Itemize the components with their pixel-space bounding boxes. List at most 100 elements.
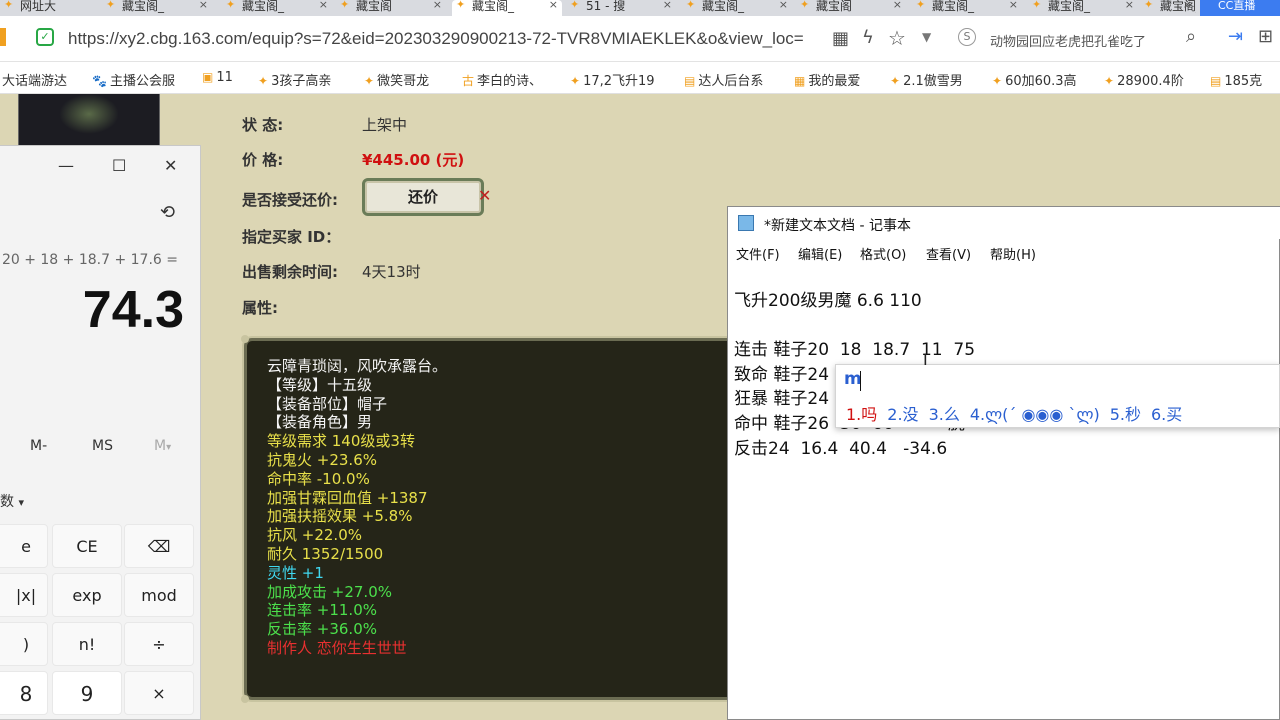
tab-close-icon[interactable]: × [1009, 0, 1018, 10]
abs-button[interactable]: |x| [0, 573, 48, 617]
memory-list-button[interactable]: M▾ [154, 438, 171, 454]
ime-candidate[interactable]: 3.么 [929, 405, 960, 424]
ime-candidate[interactable]: 2.没 [887, 405, 918, 424]
tab-close-icon[interactable]: × [779, 0, 788, 10]
divide-button[interactable]: ÷ [124, 622, 194, 666]
bargain-label: 是否接受还价: [242, 191, 338, 209]
ime-candidate[interactable]: 4.ლ(´ ◉◉◉ `ლ) [970, 405, 1100, 424]
tab-close-icon[interactable]: × [433, 0, 442, 10]
maximize-icon[interactable]: ☐ [112, 156, 126, 175]
bookmarks-bar: 大话端游达 🐾 主播公会服 ▣ 11 ✦ 3孩子高亲 ✦ 微笑哥龙古李白的诗、 ✦ 17,2飞升19… [0, 62, 1280, 94]
back-icon[interactable] [0, 28, 6, 46]
bookmark-star-icon[interactable]: ☆ [888, 26, 906, 50]
notepad-menu-item[interactable]: 查看(V) [926, 244, 971, 263]
browser-tab[interactable]: ✦藏宝阁_× [912, 0, 1022, 16]
tab-close-icon[interactable]: × [319, 0, 328, 10]
bookmark-item[interactable]: ✦ 微笑哥龙 [364, 70, 429, 89]
tab-extra[interactable]: CC直播 [1200, 0, 1280, 16]
security-shield-icon[interactable]: ✓ [36, 28, 54, 46]
notepad-line [734, 314, 975, 339]
memory-minus-button[interactable]: M- [30, 438, 47, 454]
browser-tab[interactable]: ✦ 藏宝阁 × [796, 0, 906, 16]
bookmark-label: 185克 [1224, 74, 1263, 89]
history-icon[interactable]: ⟲ [160, 202, 175, 223]
bookmark-label: 大话端游达 [2, 74, 68, 89]
browser-tab[interactable]: ✦ 藏宝阁 × [336, 0, 446, 16]
bookmark-icon: ▤ [1210, 74, 1222, 88]
bookmark-label: 60加60.3高 [1005, 74, 1077, 89]
tab-close-icon[interactable]: × [663, 0, 672, 10]
lightning-icon[interactable]: ϟ [862, 27, 874, 48]
search-suggestion[interactable]: 动物园回应老虎把孔雀吃了 [990, 31, 1146, 50]
browser-tab[interactable]: ✦藏宝阁_× [452, 0, 562, 16]
counter-offer-button[interactable]: 还价 [362, 178, 484, 216]
tab-close-icon[interactable]: × [549, 0, 558, 10]
tab-close-icon[interactable]: × [1183, 0, 1192, 10]
tab-close-icon[interactable]: × [893, 0, 902, 10]
tab-label: 藏宝阁_ [702, 0, 745, 13]
e-button[interactable]: e [0, 524, 48, 568]
bookmark-icon: 古 [462, 74, 475, 88]
bookmark-item[interactable]: ✦ 3孩子高亲 [258, 70, 331, 89]
ime-candidate[interactable]: 5.秒 [1110, 405, 1141, 424]
attribute-line: 命中率 -10.0% [267, 469, 370, 488]
minimize-icon[interactable]: — [58, 156, 74, 175]
close-icon[interactable]: ✕ [164, 156, 177, 175]
bookmark-item[interactable]: ✦ 28900.4阶 [1104, 70, 1184, 89]
calc-mode-selector[interactable]: 数 ▾ [0, 491, 24, 511]
browser-tab[interactable]: ✦ 网址大 [0, 0, 62, 16]
search-engine-icon[interactable]: S [958, 28, 976, 46]
bookmark-item[interactable]: 古李白的诗、 [462, 70, 542, 89]
url-input[interactable]: https://xy2.cbg.163.com/equip?s=72&eid=2… [68, 29, 804, 49]
notepad-titlebar: *新建文本文档 - 记事本 [728, 207, 1280, 239]
digit-9-button[interactable]: 9 [52, 671, 122, 715]
browser-tab[interactable]: ✦ 51 - 搜 × [566, 0, 676, 16]
tab-label: 藏宝阁_ [122, 0, 165, 13]
backspace-button[interactable]: ⌫ [124, 524, 194, 568]
bookmark-label: 主播公会服 [109, 74, 175, 89]
factorial-button[interactable]: n! [52, 622, 122, 666]
bookmark-label: 3孩子高亲 [271, 74, 332, 89]
tab-close-icon[interactable]: × [1125, 0, 1134, 10]
bookmark-item[interactable]: ✦ 60加60.3高 [992, 70, 1077, 89]
bookmark-item[interactable]: ✦ 17,2飞升19 [570, 70, 655, 89]
bookmark-item[interactable]: 大话端游达 [2, 70, 67, 89]
clear-entry-button[interactable]: CE [52, 524, 122, 568]
browser-tab[interactable]: ✦藏宝阁_× [1140, 0, 1196, 16]
paren-close-button[interactable]: ) [0, 622, 48, 666]
tab-close-icon[interactable]: × [199, 0, 208, 10]
ime-candidate[interactable]: 6.买 [1151, 405, 1182, 424]
attribute-line: 加强扶摇效果 +5.8% [267, 507, 413, 526]
bookmark-item[interactable]: 🐾 主播公会服 [92, 70, 175, 89]
browser-tab[interactable]: ✦藏宝阁_× [1028, 0, 1138, 16]
exp-button[interactable]: exp [52, 573, 122, 617]
bookmark-icon: ✦ [364, 74, 375, 88]
notepad-menu-item[interactable]: 编辑(E) [798, 244, 842, 263]
bookmark-item[interactable]: ✦ 2.1傲雪男 [890, 70, 963, 89]
bookmark-item[interactable]: ▤ 达人后台系 [684, 70, 763, 89]
login-icon[interactable]: ⇥ [1228, 26, 1243, 47]
browser-tab[interactable]: ✦藏宝阁_× [222, 0, 332, 16]
memory-store-button[interactable]: MS [92, 438, 113, 454]
digit-8-button[interactable]: 8 [0, 671, 48, 715]
qr-code-icon[interactable]: ▦ [832, 28, 849, 49]
bookmark-icon: ▣ [202, 70, 214, 84]
notepad-menu-item[interactable]: 格式(O) [860, 244, 906, 263]
multiply-button[interactable]: × [124, 671, 194, 715]
notepad-menu-item[interactable]: 文件(F) [736, 244, 780, 263]
close-icon[interactable]: ✕ [478, 186, 491, 205]
notepad-line: 飞升200级男魔 6.6 110 [734, 291, 922, 311]
browser-tab[interactable]: ✦藏宝阁_× [682, 0, 792, 16]
bookmark-item[interactable]: ▣ 11 [202, 70, 233, 85]
search-icon[interactable]: ⌕ [1186, 26, 1196, 47]
mod-button[interactable]: mod [124, 573, 194, 617]
attribute-line: 加成攻击 +27.0% [267, 582, 392, 601]
ime-candidate[interactable]: 1.吗 [846, 405, 877, 424]
notepad-menu-item[interactable]: 帮助(H) [990, 244, 1036, 263]
chevron-down-icon[interactable]: ▼ [922, 30, 931, 44]
bookmark-item[interactable]: ▦ 我的最爱 [794, 70, 860, 89]
bookmark-item[interactable]: ▤ 185克 [1210, 70, 1262, 89]
browser-tab[interactable]: ✦藏宝阁_× [102, 0, 212, 16]
status-value: 上架中 [362, 116, 408, 134]
apps-grid-icon[interactable]: ⊞ [1258, 26, 1273, 47]
